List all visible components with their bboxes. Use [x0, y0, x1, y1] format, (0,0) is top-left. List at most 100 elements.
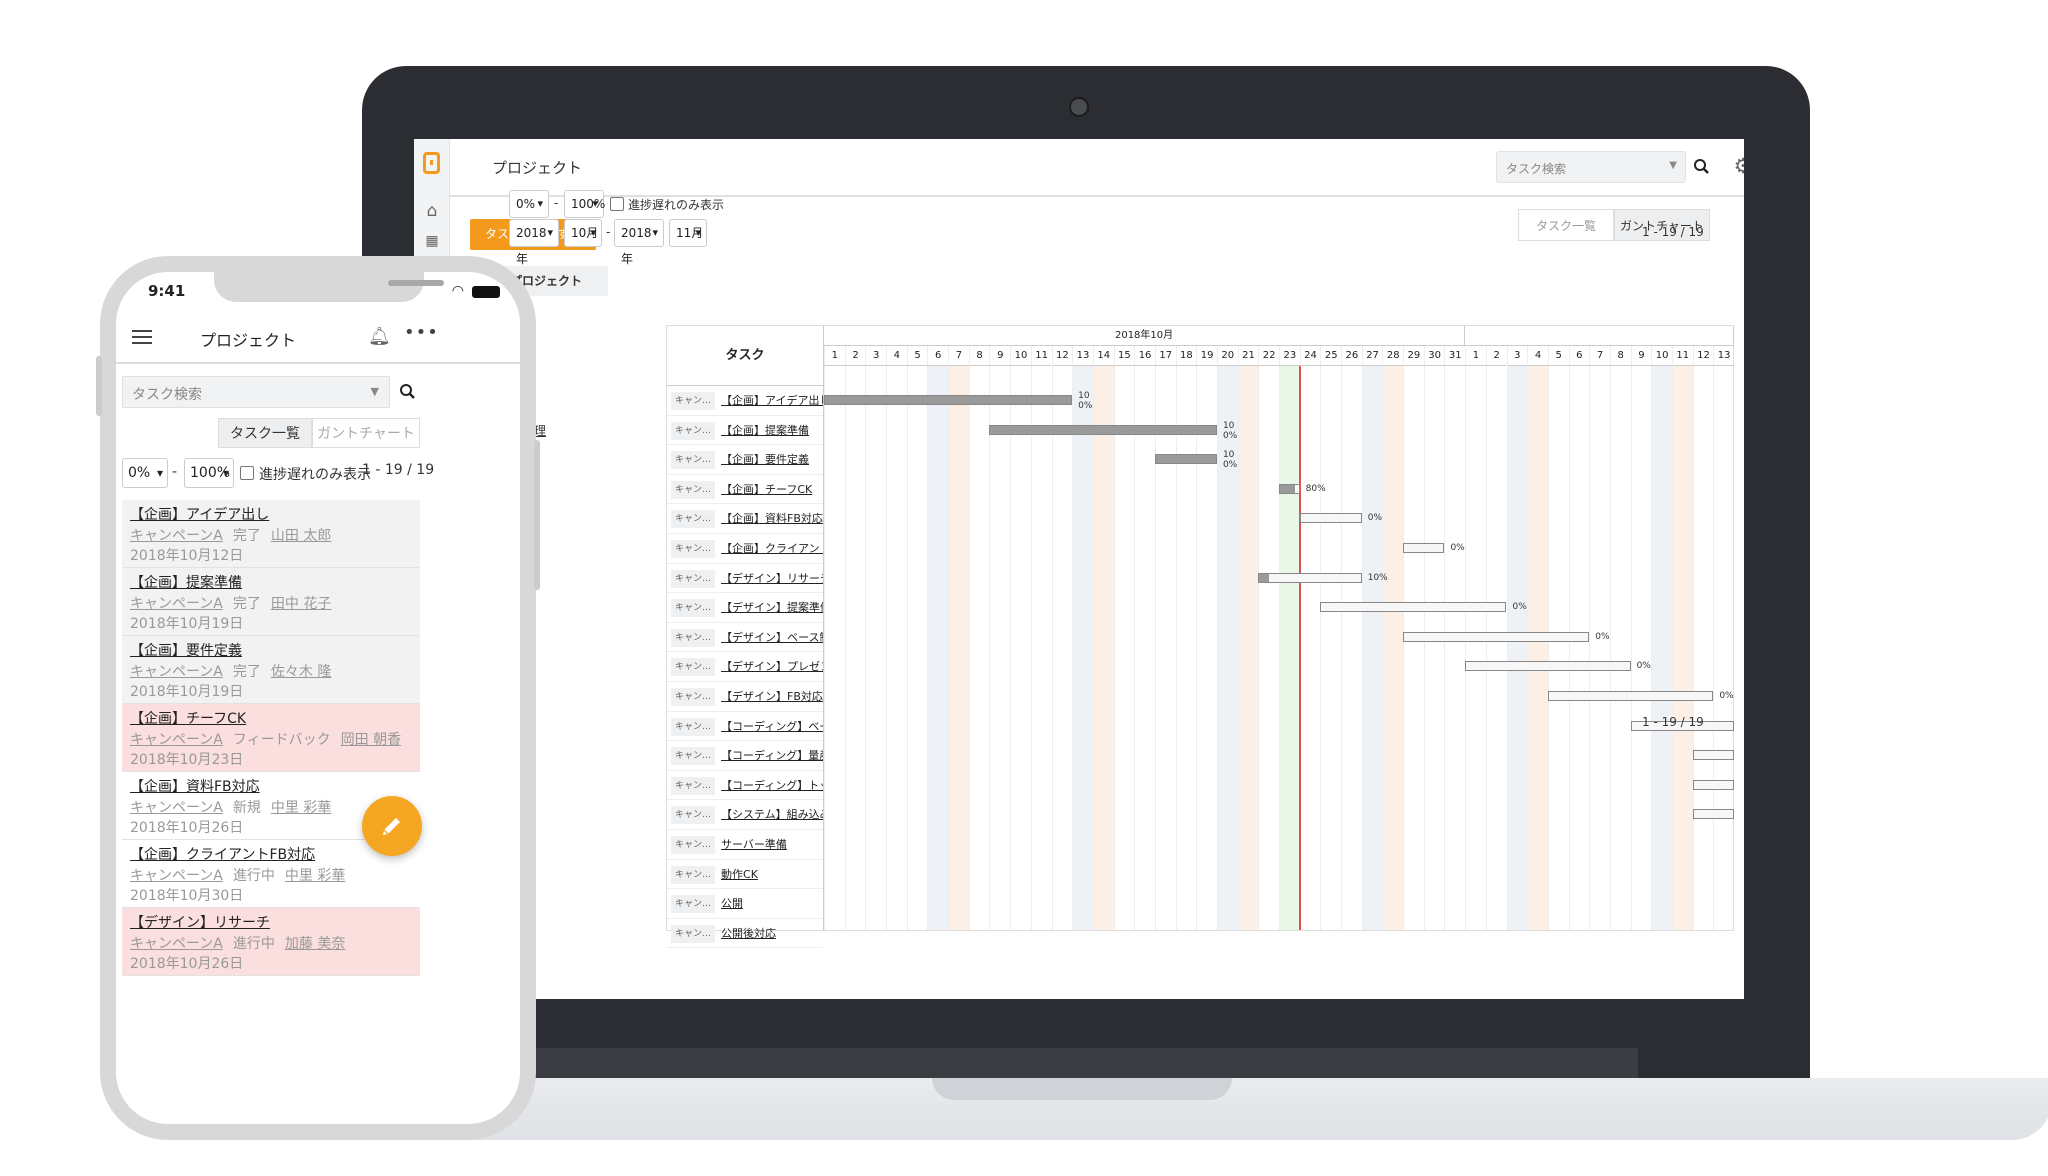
campaign-link[interactable]: キャンペーンA: [130, 800, 223, 816]
phone-search-button[interactable]: [394, 376, 422, 408]
chevron-down-icon[interactable]: ▼: [1669, 160, 1677, 171]
gantt-task-row[interactable]: キャン… 【企画】クライアント…: [667, 534, 823, 564]
task-name-link[interactable]: 【デザイン】リサーチ: [721, 572, 823, 585]
progress-from-select[interactable]: 0%: [122, 458, 168, 488]
task-name-link[interactable]: 【コーディング】トッ…: [721, 779, 823, 792]
gantt-bar[interactable]: [989, 424, 1217, 435]
task-name-link[interactable]: 【企画】資料FB対応: [721, 512, 823, 525]
task-name-link[interactable]: 【企画】アイデア出し: [721, 394, 823, 407]
home-icon[interactable]: ⌂: [422, 201, 442, 221]
campaign-link[interactable]: キャンペーンA: [130, 664, 223, 680]
calendar-icon[interactable]: ▦: [422, 231, 442, 251]
year-to-select[interactable]: 2018年: [614, 219, 664, 266]
task-title-link[interactable]: 【企画】提案準備: [130, 573, 412, 593]
gantt-bar[interactable]: [1465, 661, 1631, 672]
assignee-link[interactable]: 佐々木 隆: [271, 664, 331, 680]
task-name-link[interactable]: 【コーディング】ベース: [721, 720, 823, 733]
task-title-link[interactable]: 【企画】資料FB対応: [130, 777, 412, 797]
task-name-link[interactable]: 公開: [721, 897, 743, 910]
task-card[interactable]: 【企画】チーフCK キャンペーンA フィードバック 岡田 朝香 2018年10月23日: [122, 704, 420, 772]
gantt-task-row[interactable]: キャン… 【企画】資料FB対応: [667, 504, 823, 534]
gantt-task-row[interactable]: キャン… 【コーディング】トッ…: [667, 771, 823, 801]
task-name-link[interactable]: 【企画】要件定義: [721, 453, 809, 466]
gantt-bar[interactable]: [1547, 691, 1714, 701]
assignee-link[interactable]: 田中 花子: [271, 596, 331, 612]
assignee-link[interactable]: 岡田 朝香: [341, 732, 401, 748]
delayed-only-checkbox[interactable]: [610, 197, 624, 211]
task-name-link[interactable]: 【デザイン】プレゼン…: [721, 660, 823, 673]
gantt-task-row[interactable]: キャン… 【システム】組み込み: [667, 800, 823, 830]
task-title-link[interactable]: 【企画】クライアントFB対応: [130, 845, 412, 865]
app-logo-icon[interactable]: [423, 152, 440, 174]
task-name-link[interactable]: 【デザイン】ベース制作: [721, 631, 823, 644]
task-name-link[interactable]: 【コーディング】量産: [721, 749, 823, 762]
progress-to-select[interactable]: 100%: [564, 190, 605, 218]
gear-icon[interactable]: ⚙: [1730, 153, 1744, 179]
gantt-bar[interactable]: [1320, 602, 1507, 613]
gantt-bar[interactable]: [1692, 809, 1734, 820]
task-card[interactable]: 【デザイン】リサーチ キャンペーンA 進行中 加藤 美奈 2018年10月26日: [122, 908, 420, 976]
task-name-link[interactable]: 【企画】クライアント…: [721, 542, 823, 555]
gantt-task-row[interactable]: キャン… 公開後対応: [667, 919, 823, 949]
tab-task-list[interactable]: タスク一覧: [1518, 209, 1614, 241]
month-from-select[interactable]: 10月: [564, 219, 602, 247]
gantt-task-row[interactable]: キャン… 公開: [667, 889, 823, 919]
assignee-link[interactable]: 中里 彩華: [271, 800, 331, 816]
task-name-link[interactable]: 【デザイン】FB対応: [721, 690, 823, 703]
task-title-link[interactable]: 【デザイン】リサーチ: [130, 913, 412, 933]
chevron-down-icon[interactable]: ▼: [371, 385, 379, 398]
gantt-bar[interactable]: [1692, 750, 1734, 761]
gantt-bar[interactable]: [1403, 631, 1590, 642]
assignee-link[interactable]: 山田 太郎: [271, 528, 331, 544]
task-name-link[interactable]: 動作CK: [721, 868, 758, 881]
campaign-link[interactable]: キャンペーンA: [130, 868, 223, 884]
gantt-task-row[interactable]: キャン… 【デザイン】ベース制作: [667, 623, 823, 653]
delayed-only-checkbox[interactable]: [240, 466, 254, 480]
gantt-bar[interactable]: [1279, 483, 1300, 494]
gantt-task-row[interactable]: キャン… 【デザイン】提案準備: [667, 593, 823, 623]
gantt-task-row[interactable]: キャン… 【コーディング】ベース: [667, 712, 823, 742]
progress-from-select[interactable]: 0%: [509, 190, 549, 218]
gantt-bar[interactable]: [1692, 779, 1734, 790]
task-card[interactable]: 【企画】提案準備 キャンペーンA 完了 田中 花子 2018年10月19日: [122, 568, 420, 636]
task-title-link[interactable]: 【企画】要件定義: [130, 641, 412, 661]
campaign-link[interactable]: キャンペーンA: [130, 596, 223, 612]
task-name-link[interactable]: 公開後対応: [721, 927, 776, 940]
gantt-task-row[interactable]: キャン… 【デザイン】FB対応: [667, 682, 823, 712]
year-from-select[interactable]: 2018年: [509, 219, 559, 266]
gantt-task-row[interactable]: キャン… 【企画】要件定義: [667, 445, 823, 475]
gantt-bar[interactable]: [1258, 572, 1362, 583]
gantt-task-row[interactable]: キャン… 【企画】チーフCK: [667, 475, 823, 505]
gantt-bar[interactable]: [1154, 454, 1217, 465]
search-button[interactable]: [1688, 151, 1716, 183]
bell-icon[interactable]: 🔔︎: [368, 326, 391, 347]
gantt-task-row[interactable]: キャン… 【企画】提案準備: [667, 416, 823, 446]
gantt-task-row[interactable]: キャン… 【デザイン】リサーチ: [667, 564, 823, 594]
gantt-bar[interactable]: [1403, 543, 1445, 553]
gantt-task-row[interactable]: キャン… 【コーディング】量産: [667, 741, 823, 771]
task-card[interactable]: 【企画】アイデア出し キャンペーンA 完了 山田 太郎 2018年10月12日: [122, 500, 420, 568]
progress-to-select[interactable]: 100%: [184, 458, 234, 488]
assignee-link[interactable]: 加藤 美奈: [285, 936, 345, 952]
task-name-link[interactable]: 【企画】チーフCK: [721, 483, 812, 496]
month-to-select[interactable]: 11月: [669, 219, 707, 247]
more-icon[interactable]: •••: [404, 322, 439, 343]
task-title-link[interactable]: 【企画】アイデア出し: [130, 505, 412, 525]
task-name-link[interactable]: 【企画】提案準備: [721, 424, 809, 437]
task-name-link[interactable]: 【システム】組み込み: [721, 808, 823, 821]
task-card[interactable]: 【企画】要件定義 キャンペーンA 完了 佐々木 隆 2018年10月19日: [122, 636, 420, 704]
task-name-link[interactable]: 【デザイン】提案準備: [721, 601, 823, 614]
gantt-task-row[interactable]: キャン… サーバー準備: [667, 830, 823, 860]
campaign-link[interactable]: キャンペーンA: [130, 936, 223, 952]
edit-fab-button[interactable]: [362, 796, 422, 856]
gantt-task-row[interactable]: キャン… 動作CK: [667, 860, 823, 890]
task-title-link[interactable]: 【企画】チーフCK: [130, 709, 412, 729]
gantt-task-row[interactable]: キャン… 【企画】アイデア出し: [667, 386, 823, 416]
campaign-link[interactable]: キャンペーンA: [130, 732, 223, 748]
campaign-link[interactable]: キャンペーンA: [130, 528, 223, 544]
hamburger-menu-icon[interactable]: [132, 330, 152, 344]
gantt-bar[interactable]: [1299, 513, 1362, 524]
assignee-link[interactable]: 中里 彩華: [285, 868, 345, 884]
gantt-task-row[interactable]: キャン… 【デザイン】プレゼン…: [667, 652, 823, 682]
task-name-link[interactable]: サーバー準備: [721, 838, 787, 851]
